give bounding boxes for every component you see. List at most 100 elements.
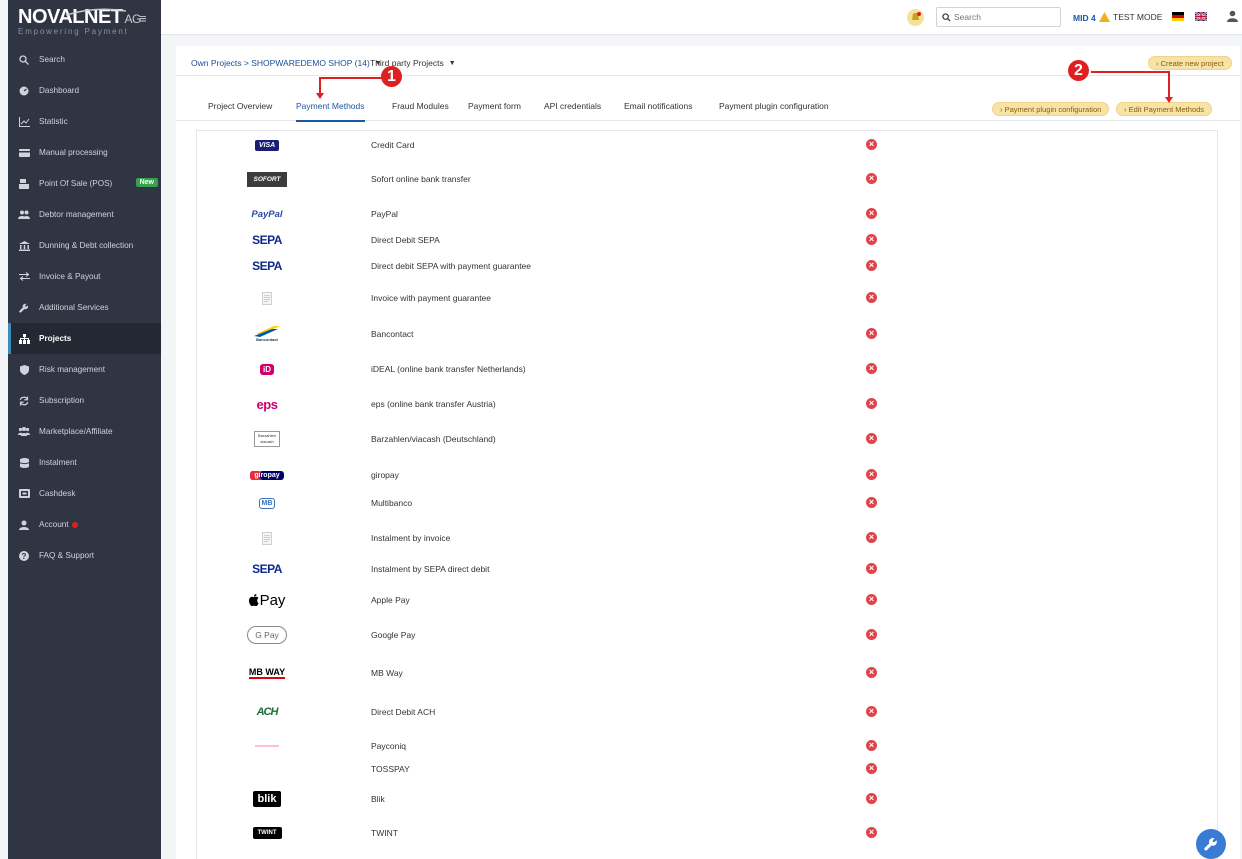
- sidebar-item-subscription[interactable]: Subscription: [8, 385, 161, 416]
- inactive-status-icon[interactable]: ×: [866, 469, 877, 480]
- payment-method-row[interactable]: Invoice with payment guarantee ×: [197, 288, 1217, 308]
- inactive-status-icon[interactable]: ×: [866, 363, 877, 374]
- payment-method-row[interactable]: eps eps (online bank transfer Austria) ×: [197, 394, 1217, 414]
- sidebar-item-invoice-payout[interactable]: Invoice & Payout: [8, 261, 161, 292]
- payment-method-row[interactable]: Pay Apple Pay ×: [197, 590, 1217, 610]
- search-input[interactable]: [954, 12, 1054, 22]
- payment-method-name: Google Pay: [371, 630, 416, 640]
- topbar: MID 4 TEST MODE: [161, 0, 1242, 35]
- inactive-status-icon[interactable]: ×: [866, 497, 877, 508]
- support-wrench-button[interactable]: [1196, 829, 1226, 859]
- payment-method-row[interactable]: Payconiq ×: [197, 736, 1217, 756]
- sidebar-item-search[interactable]: Search: [8, 44, 161, 75]
- payment-method-row[interactable]: Bancontact Bancontact ×: [197, 324, 1217, 344]
- payment-method-row[interactable]: MB Multibanco ×: [197, 493, 1217, 513]
- sidebar-item-instalment[interactable]: Instalment: [8, 447, 161, 478]
- brand-swoosh-icon: [66, 8, 126, 16]
- edit-payment-methods-button[interactable]: › Edit Payment Methods: [1116, 102, 1213, 116]
- visa-logo: VISA: [254, 139, 280, 151]
- inactive-status-icon[interactable]: ×: [866, 563, 877, 574]
- notification-bell-icon[interactable]: [907, 9, 924, 26]
- payment-method-row[interactable]: MB WAY MB Way ×: [197, 663, 1217, 683]
- inactive-status-icon[interactable]: ×: [866, 139, 877, 150]
- payment-method-row[interactable]: PayPal PayPal ×: [197, 204, 1217, 224]
- payment-method-row[interactable]: blik Blik ×: [197, 789, 1217, 809]
- payment-method-row[interactable]: SEPA Direct debit SEPA with payment guara…: [197, 256, 1217, 276]
- search-box[interactable]: [936, 7, 1061, 27]
- sidebar-item-statistic[interactable]: Statistic: [8, 106, 161, 137]
- inactive-status-icon[interactable]: ×: [866, 173, 877, 184]
- sidebar-item-manual-processing[interactable]: Manual processing: [8, 137, 161, 168]
- tab-payment-methods[interactable]: Payment Methods: [296, 101, 365, 122]
- user-profile-icon[interactable]: [1227, 10, 1238, 22]
- payment-method-row[interactable]: SEPA Instalment by SEPA direct debit ×: [197, 559, 1217, 579]
- sidebar-item-account[interactable]: Account: [8, 509, 161, 540]
- sidebar-item-label: Additional Services: [39, 303, 109, 312]
- payment-method-row[interactable]: ACH Direct Debit ACH ×: [197, 702, 1217, 722]
- inactive-status-icon[interactable]: ×: [866, 793, 877, 804]
- create-new-project-button[interactable]: › Create new project: [1148, 56, 1232, 70]
- payment-method-name: Blik: [371, 794, 385, 804]
- tab-fraud-modules[interactable]: Fraud Modules: [392, 101, 449, 120]
- sidebar-item-dunning-debt-collection[interactable]: Dunning & Debt collection: [8, 230, 161, 261]
- sidebar-item-faq-support[interactable]: ? FAQ & Support: [8, 540, 161, 571]
- inactive-status-icon[interactable]: ×: [866, 398, 877, 409]
- inactive-status-icon[interactable]: ×: [866, 827, 877, 838]
- payment-method-row[interactable]: giropay giropay ×: [197, 465, 1217, 485]
- inactive-status-icon[interactable]: ×: [866, 740, 877, 751]
- sidebar-item-label: Search: [39, 55, 65, 64]
- sepa-logo: SEPA: [252, 233, 282, 247]
- tab-payment-form[interactable]: Payment form: [468, 101, 521, 120]
- tab-email-notifications[interactable]: Email notifications: [624, 101, 693, 120]
- sidebar-item-marketplace-affiliate[interactable]: Marketplace/Affiliate: [8, 416, 161, 447]
- german-flag-icon[interactable]: [1172, 12, 1184, 21]
- payment-method-row[interactable]: Barzahlen viacash Barzahlen/viacash (Deut…: [197, 429, 1217, 449]
- tab-project-overview[interactable]: Project Overview: [208, 101, 272, 120]
- sidebar-item-projects[interactable]: Projects: [8, 323, 161, 354]
- uk-flag-icon[interactable]: [1195, 12, 1207, 21]
- inactive-status-icon[interactable]: ×: [866, 292, 877, 303]
- inactive-status-icon[interactable]: ×: [866, 706, 877, 717]
- eps-logo: eps: [256, 396, 278, 412]
- inactive-status-icon[interactable]: ×: [866, 328, 877, 339]
- inactive-status-icon[interactable]: ×: [866, 208, 877, 219]
- card-icon: [17, 147, 31, 159]
- inactive-status-icon[interactable]: ×: [866, 433, 877, 444]
- sidebar-item-dashboard[interactable]: Dashboard: [8, 75, 161, 106]
- sidebar-item-debtor-management[interactable]: Debtor management: [8, 199, 161, 230]
- third-party-label: Third party Projects: [370, 58, 444, 68]
- inactive-status-icon[interactable]: ×: [866, 234, 877, 245]
- warning-icon: [1099, 12, 1110, 22]
- annotation-arrow-icon: [1165, 97, 1173, 103]
- payment-method-row[interactable]: Instalment by invoice ×: [197, 528, 1217, 548]
- sidebar-item-additional-services[interactable]: Additional Services: [8, 292, 161, 323]
- annotation-line: [1091, 71, 1169, 73]
- payment-method-row[interactable]: TOSSPAY ×: [197, 759, 1217, 779]
- inactive-status-icon[interactable]: ×: [866, 594, 877, 605]
- inactive-status-icon[interactable]: ×: [866, 260, 877, 271]
- inactive-status-icon[interactable]: ×: [866, 532, 877, 543]
- inactive-status-icon[interactable]: ×: [866, 667, 877, 678]
- sidebar-item-risk-management[interactable]: Risk management: [8, 354, 161, 385]
- inactive-status-icon[interactable]: ×: [866, 763, 877, 774]
- payment-method-row[interactable]: SOFORT Sofort online bank transfer ×: [197, 169, 1217, 189]
- own-projects-dropdown[interactable]: Own Projects > SHOPWAREDEMO SHOP (14) ▼: [191, 58, 382, 68]
- payment-plugin-configuration-button[interactable]: › Payment plugin configuration: [992, 102, 1110, 116]
- payment-method-row[interactable]: iD iDEAL (online bank transfer Netherland…: [197, 359, 1217, 379]
- menu-toggle-icon[interactable]: ≡: [139, 12, 151, 25]
- payment-methods-list: VISA Credit Card × SOFORT Sofort online bank…: [196, 130, 1218, 859]
- sidebar-item-cashdesk[interactable]: Cashdesk: [8, 478, 161, 509]
- third-party-projects-dropdown[interactable]: Third party Projects ▼: [370, 58, 456, 68]
- payment-method-row[interactable]: TWINT TWINT ×: [197, 823, 1217, 843]
- tab-api-credentials[interactable]: API credentials: [544, 101, 601, 120]
- payment-logo: ACH: [237, 702, 297, 722]
- payment-method-row[interactable]: VISA Credit Card ×: [197, 135, 1217, 155]
- mid-label[interactable]: MID 4: [1073, 13, 1096, 23]
- notification-dot: [71, 521, 78, 528]
- payment-method-row[interactable]: SEPA Direct Debit SEPA ×: [197, 230, 1217, 250]
- payment-method-row[interactable]: G Pay Google Pay ×: [197, 625, 1217, 645]
- sidebar-item-point-of-sale-pos[interactable]: Point Of Sale (POS) New: [8, 168, 161, 199]
- tab-payment-plugin-configuration[interactable]: Payment plugin configuration: [719, 101, 829, 120]
- inactive-status-icon[interactable]: ×: [866, 629, 877, 640]
- own-projects-label: Own Projects > SHOPWAREDEMO SHOP (14): [191, 58, 370, 68]
